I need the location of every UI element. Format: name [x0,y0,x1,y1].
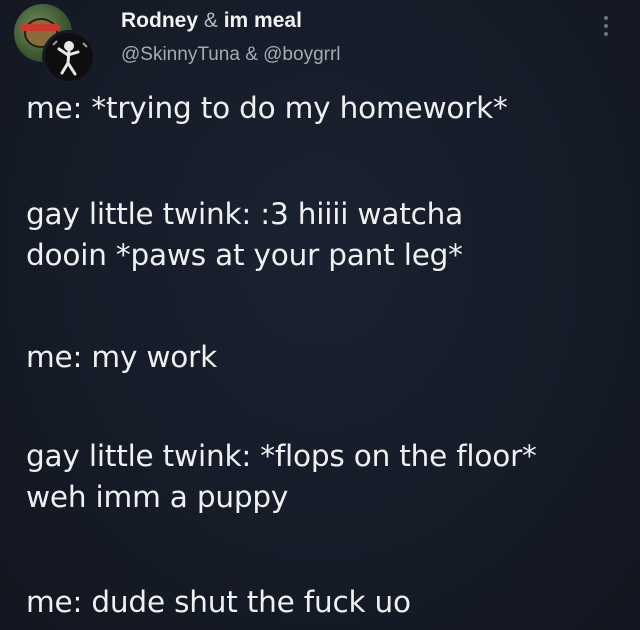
dancing-figure-avatar-icon[interactable] [42,30,96,84]
tweet-paragraph: gay little twink: *flops on the floor* w… [26,439,537,514]
tweet-paragraph: me: dude shut the fuck uo [26,585,411,619]
tweet-paragraph: me: my work [26,340,217,374]
more-dot [604,16,608,20]
more-dot [604,24,608,28]
more-options-icon[interactable] [596,12,616,46]
display-name-separator: & [203,9,218,32]
user-handles[interactable]: @SkinnyTuna & @boygrrl [121,43,341,67]
tweet-paragraph: me: *trying to do my homework* [26,91,508,125]
more-dot [604,32,608,36]
tweet-paragraph: gay little twink: :3 hiiii watcha dooin … [26,197,463,272]
dancing-figure-svg [52,40,88,76]
turtle-mask-shape [20,24,60,31]
tweet-header: Rodney & im meal @SkinnyTuna & @boygrrl [0,0,640,88]
display-name-secondary[interactable]: im meal [224,9,302,32]
display-names[interactable]: Rodney & im meal [121,8,302,34]
tweet-card: Rodney & im meal @SkinnyTuna & @boygrrl … [0,0,640,630]
display-name-primary[interactable]: Rodney [121,9,198,32]
